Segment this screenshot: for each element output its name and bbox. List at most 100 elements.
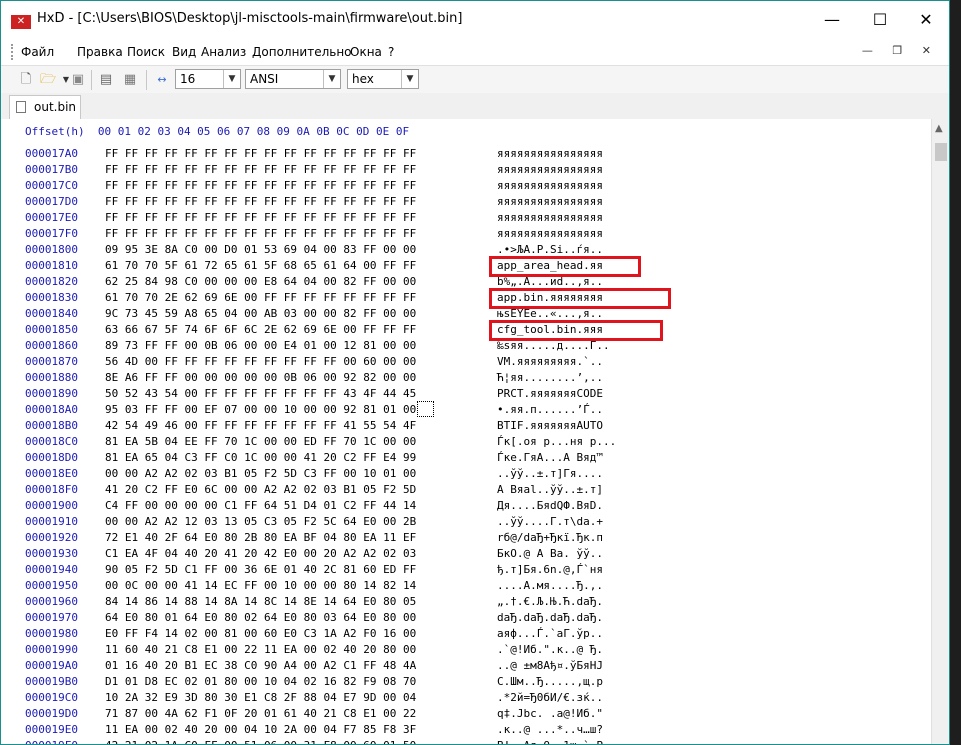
hex-bytes-cell[interactable]: 42 21 02 1A C0 FF 00 51 06 00 31 F8 00 6… — [105, 739, 416, 744]
text-cell[interactable]: яяяяяяяяяяяяяяяя — [497, 163, 603, 176]
offset-cell[interactable]: 000018C0 — [25, 435, 78, 448]
hex-bytes-cell[interactable]: 00 0C 00 00 41 14 EC FF 00 10 00 00 80 1… — [105, 579, 416, 592]
scrollbar-thumb[interactable] — [935, 143, 947, 161]
text-cell[interactable]: .*2й=Ђ0бИ/€.зќ.. — [497, 691, 603, 704]
hex-bytes-cell[interactable]: 10 2A 32 E9 3D 80 30 E1 C8 2F 88 04 E7 9… — [105, 691, 416, 704]
offset-cell[interactable]: 00001940 — [25, 563, 78, 576]
offset-cell[interactable]: 000019D0 — [25, 707, 78, 720]
offset-cell[interactable]: 00001880 — [25, 371, 78, 384]
hex-bytes-cell[interactable]: 71 87 00 4A 62 F1 0F 20 01 61 40 21 C8 E… — [105, 707, 416, 720]
text-cell[interactable]: rб@/daЂ+Ђкї.Ђк.п — [497, 531, 603, 544]
hex-bytes-cell[interactable]: 81 EA 65 04 C3 FF C0 1C 00 00 41 20 C2 F… — [105, 451, 416, 464]
menu-extras[interactable]: Дополнительно — [252, 45, 352, 59]
offset-cell[interactable]: 00001970 — [25, 611, 78, 624]
hex-bytes-cell[interactable]: 50 52 43 54 00 FF FF FF FF FF FF FF 43 4… — [105, 387, 416, 400]
text-cell[interactable]: ..ўў....Г.т\dа.+ — [497, 515, 603, 528]
text-cell[interactable]: Ѓке.ГяА...A Вяд™ — [497, 451, 603, 464]
text-cell[interactable]: .к..@ ...*..ч…ш? — [497, 723, 603, 736]
hex-bytes-cell[interactable]: 00 00 A2 A2 12 03 13 05 C3 05 F2 5C 64 E… — [105, 515, 416, 528]
hex-bytes-cell[interactable]: FF FF FF FF FF FF FF FF FF FF FF FF FF F… — [105, 195, 416, 208]
menu-file[interactable]: Файл — [21, 45, 54, 59]
hex-bytes-cell[interactable]: 64 E0 80 01 64 E0 80 02 64 E0 80 03 64 E… — [105, 611, 416, 624]
offset-cell[interactable]: 000017A0 — [25, 147, 78, 160]
text-cell[interactable]: яяяяяяяяяяяяяяяя — [497, 211, 603, 224]
offset-cell[interactable]: 00001960 — [25, 595, 78, 608]
text-cell[interactable]: аяф...Ѓ.`аГ.ўр.. — [497, 627, 603, 640]
menu-windows[interactable]: Окна — [350, 45, 382, 59]
text-cell[interactable]: .•>ЉА.Р.Si..ѓя.. — [497, 243, 603, 256]
hex-bytes-cell[interactable]: 72 E1 40 2F 64 E0 80 2B 80 EA BF 04 80 E… — [105, 531, 416, 544]
hex-bytes-cell[interactable]: 41 20 C2 FF E0 6C 00 00 A2 A2 02 03 B1 0… — [105, 483, 416, 496]
hex-bytes-cell[interactable]: FF FF FF FF FF FF FF FF FF FF FF FF FF F… — [105, 179, 416, 192]
text-cell[interactable]: A Вяаl..ўў..±.т] — [497, 483, 603, 496]
offset-cell[interactable]: 000017D0 — [25, 195, 78, 208]
text-cell[interactable]: ....A.мя....Ђ.‚. — [497, 579, 603, 592]
hex-bytes-cell[interactable]: FF FF FF FF FF FF FF FF FF FF FF FF FF F… — [105, 211, 416, 224]
menu-edit[interactable]: Правка — [77, 45, 123, 59]
hex-bytes-cell[interactable]: 90 05 F2 5D C1 FF 00 36 6E 01 40 2C 81 6… — [105, 563, 416, 576]
hex-bytes-cell[interactable]: 95 03 FF FF 00 EF 07 00 00 10 00 00 92 8… — [105, 403, 416, 416]
text-cell[interactable]: q‡.Jbс. .a@!Иб." — [497, 707, 603, 720]
text-cell[interactable]: Дя....БяdQФ.ВяD. — [497, 499, 603, 512]
new-file-icon[interactable]: 🗋 — [17, 71, 35, 89]
hex-bytes-cell[interactable]: E0 FF F4 14 02 00 81 00 60 E0 C3 1A A2 F… — [105, 627, 416, 640]
maximize-button[interactable]: ☐ — [857, 1, 903, 39]
hex-bytes-cell[interactable]: 89 73 FF FF 00 0B 06 00 00 E4 01 00 12 8… — [105, 339, 416, 352]
offset-cell[interactable]: 00001810 — [25, 259, 78, 272]
offset-cell[interactable]: 00001910 — [25, 515, 78, 528]
text-cell[interactable]: Ћ¦яя........’‚.. — [497, 371, 603, 384]
offset-cell[interactable]: 00001890 — [25, 387, 78, 400]
scroll-up-icon[interactable]: ▲ — [935, 123, 943, 134]
offset-cell[interactable]: 000018D0 — [25, 451, 78, 464]
text-cell[interactable]: BTIF.яяяяяяяAUTO — [497, 419, 603, 432]
hex-bytes-cell[interactable]: 61 70 70 2E 62 69 6E 00 FF FF FF FF FF F… — [105, 291, 416, 304]
text-cell[interactable]: яяяяяяяяяяяяяяяя — [497, 179, 603, 192]
menu-search[interactable]: Поиск — [127, 45, 165, 59]
offset-cell[interactable]: 000018A0 — [25, 403, 78, 416]
offset-cell[interactable]: 00001990 — [25, 643, 78, 656]
menu-analysis[interactable]: Анализ — [201, 45, 246, 59]
hex-bytes-cell[interactable]: D1 01 D8 EC 02 01 80 00 10 04 02 16 82 F… — [105, 675, 416, 688]
text-cell[interactable]: ђ.т]Бя.6n.@,Ѓ`ня — [497, 563, 603, 576]
offset-cell[interactable]: 00001840 — [25, 307, 78, 320]
hex-bytes-cell[interactable]: 09 95 3E 8A C0 00 D0 01 53 69 04 00 83 F… — [105, 243, 416, 256]
hex-bytes-cell[interactable]: 42 54 49 46 00 FF FF FF FF FF FF FF 41 5… — [105, 419, 416, 432]
offset-cell[interactable]: 000018E0 — [25, 467, 78, 480]
mdi-window-controls[interactable]: — ❐ ✕ — [862, 44, 939, 57]
hex-bytes-cell[interactable]: 81 EA 5B 04 EE FF 70 1C 00 00 ED FF 70 1… — [105, 435, 416, 448]
charset-select[interactable]: ANSI ▼ — [245, 69, 341, 89]
hex-bytes-cell[interactable]: FF FF FF FF FF FF FF FF FF FF FF FF FF F… — [105, 163, 416, 176]
text-cell[interactable]: daЂ.daЂ.daЂ.daЂ. — [497, 611, 603, 624]
hex-bytes-cell[interactable]: 11 60 40 21 C8 E1 00 22 11 EA 00 02 40 2… — [105, 643, 416, 656]
hex-bytes-cell[interactable]: C1 EA 4F 04 40 20 41 20 42 E0 00 20 A2 A… — [105, 547, 416, 560]
hex-bytes-cell[interactable]: 62 25 84 98 C0 00 00 00 E8 64 04 00 82 F… — [105, 275, 416, 288]
offset-cell[interactable]: 00001820 — [25, 275, 78, 288]
print-icon[interactable]: ▤ — [97, 71, 115, 89]
bytes-per-row-select[interactable]: 16 ▼ — [175, 69, 241, 89]
offset-cell[interactable]: 00001950 — [25, 579, 78, 592]
offset-cell[interactable]: 00001900 — [25, 499, 78, 512]
text-cell[interactable]: .`@!Иб.".к..@ Ђ. — [497, 643, 603, 656]
hex-bytes-cell[interactable]: 84 14 86 14 88 14 8A 14 8C 14 8E 14 64 E… — [105, 595, 416, 608]
open-folder-icon[interactable]: 🗁 — [39, 71, 57, 89]
text-cell[interactable]: VM.яяяяяяяяя.`.. — [497, 355, 603, 368]
offset-cell[interactable]: 00001920 — [25, 531, 78, 544]
offset-cell[interactable]: 000017C0 — [25, 179, 78, 192]
close-button[interactable]: ✕ — [903, 1, 949, 39]
offset-cell[interactable]: 00001930 — [25, 547, 78, 560]
text-cell[interactable]: яяяяяяяяяяяяяяяя — [497, 195, 603, 208]
hex-bytes-cell[interactable]: 8E A6 FF FF 00 00 00 00 00 0B 06 00 92 8… — [105, 371, 416, 384]
offset-cell[interactable]: 00001870 — [25, 355, 78, 368]
offset-cell[interactable]: 00001830 — [25, 291, 78, 304]
text-cell[interactable]: B!..Ая.Q..1ш.`.P — [497, 739, 603, 744]
offset-cell[interactable]: 000019F0 — [25, 739, 78, 744]
hex-bytes-cell[interactable]: FF FF FF FF FF FF FF FF FF FF FF FF FF F… — [105, 227, 416, 240]
hex-bytes-cell[interactable]: 11 EA 00 02 40 20 00 04 10 2A 00 04 F7 8… — [105, 723, 416, 736]
hex-bytes-cell[interactable]: 00 00 A2 A2 02 03 B1 05 F2 5D C3 FF 00 1… — [105, 467, 416, 480]
offset-cell[interactable]: 000019B0 — [25, 675, 78, 688]
offset-cell[interactable]: 000018F0 — [25, 483, 78, 496]
offset-cell[interactable]: 000019E0 — [25, 723, 78, 736]
menu-view[interactable]: Вид — [172, 45, 196, 59]
offset-cell[interactable]: 000017E0 — [25, 211, 78, 224]
offset-cell[interactable]: 00001860 — [25, 339, 78, 352]
